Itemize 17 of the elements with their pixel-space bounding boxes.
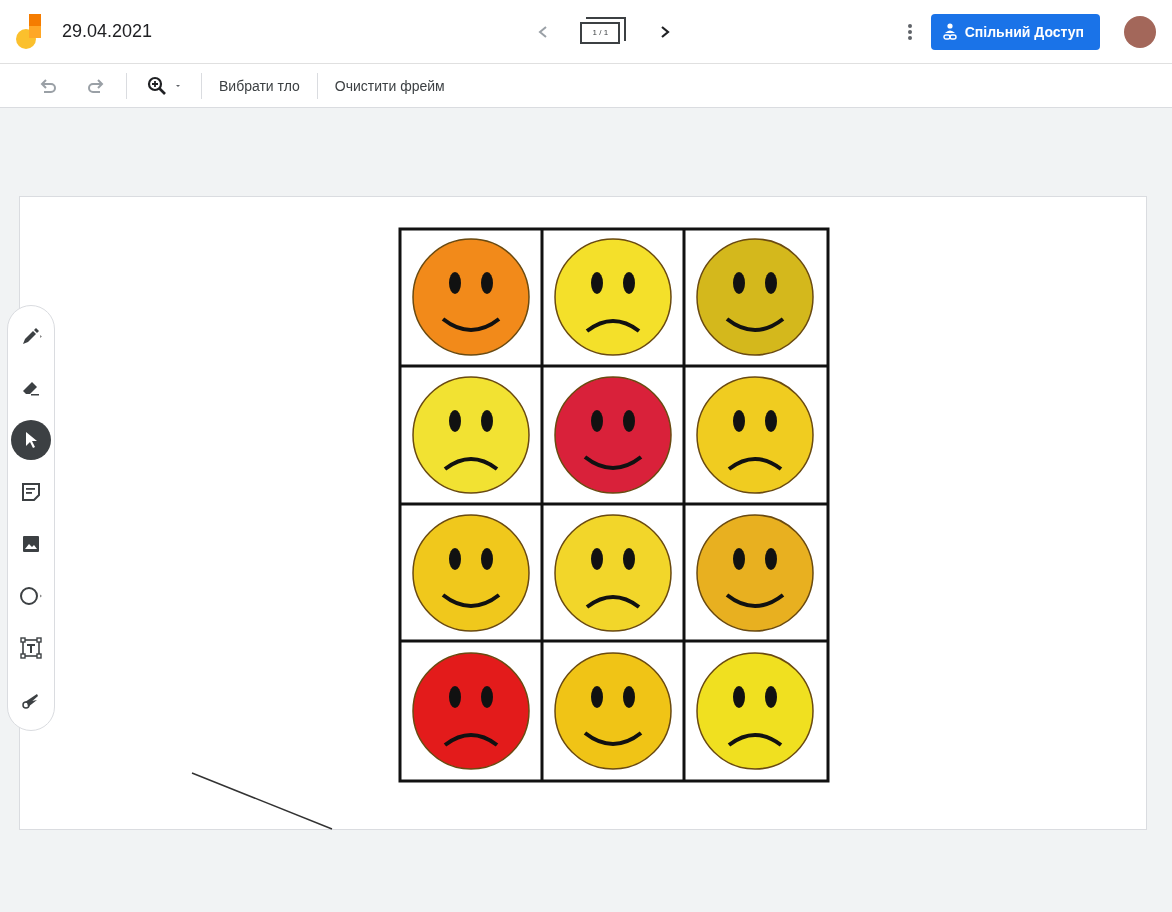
user-avatar[interactable] <box>1124 15 1156 48</box>
toolbar-text-button[interactable]: Очистити фрейм <box>325 77 454 94</box>
redo-icon <box>86 77 106 94</box>
circle-icon <box>19 586 43 606</box>
more-options-button[interactable] <box>906 22 913 41</box>
board-title: 29.04.2021 <box>62 21 153 42</box>
pen-icon <box>20 326 42 346</box>
sticky-note-icon <box>21 482 41 502</box>
app-logo <box>16 13 42 50</box>
tool-button[interactable] <box>11 420 51 460</box>
image-icon <box>21 534 41 554</box>
text-box-icon <box>20 637 42 659</box>
share-button[interactable]: Спільний Доступ <box>930 13 1100 50</box>
undo-icon <box>38 77 58 94</box>
toolbar-text-button[interactable]: Вибрати тло <box>210 77 309 94</box>
person-link-icon <box>942 22 957 41</box>
pointer-icon <box>23 430 39 450</box>
